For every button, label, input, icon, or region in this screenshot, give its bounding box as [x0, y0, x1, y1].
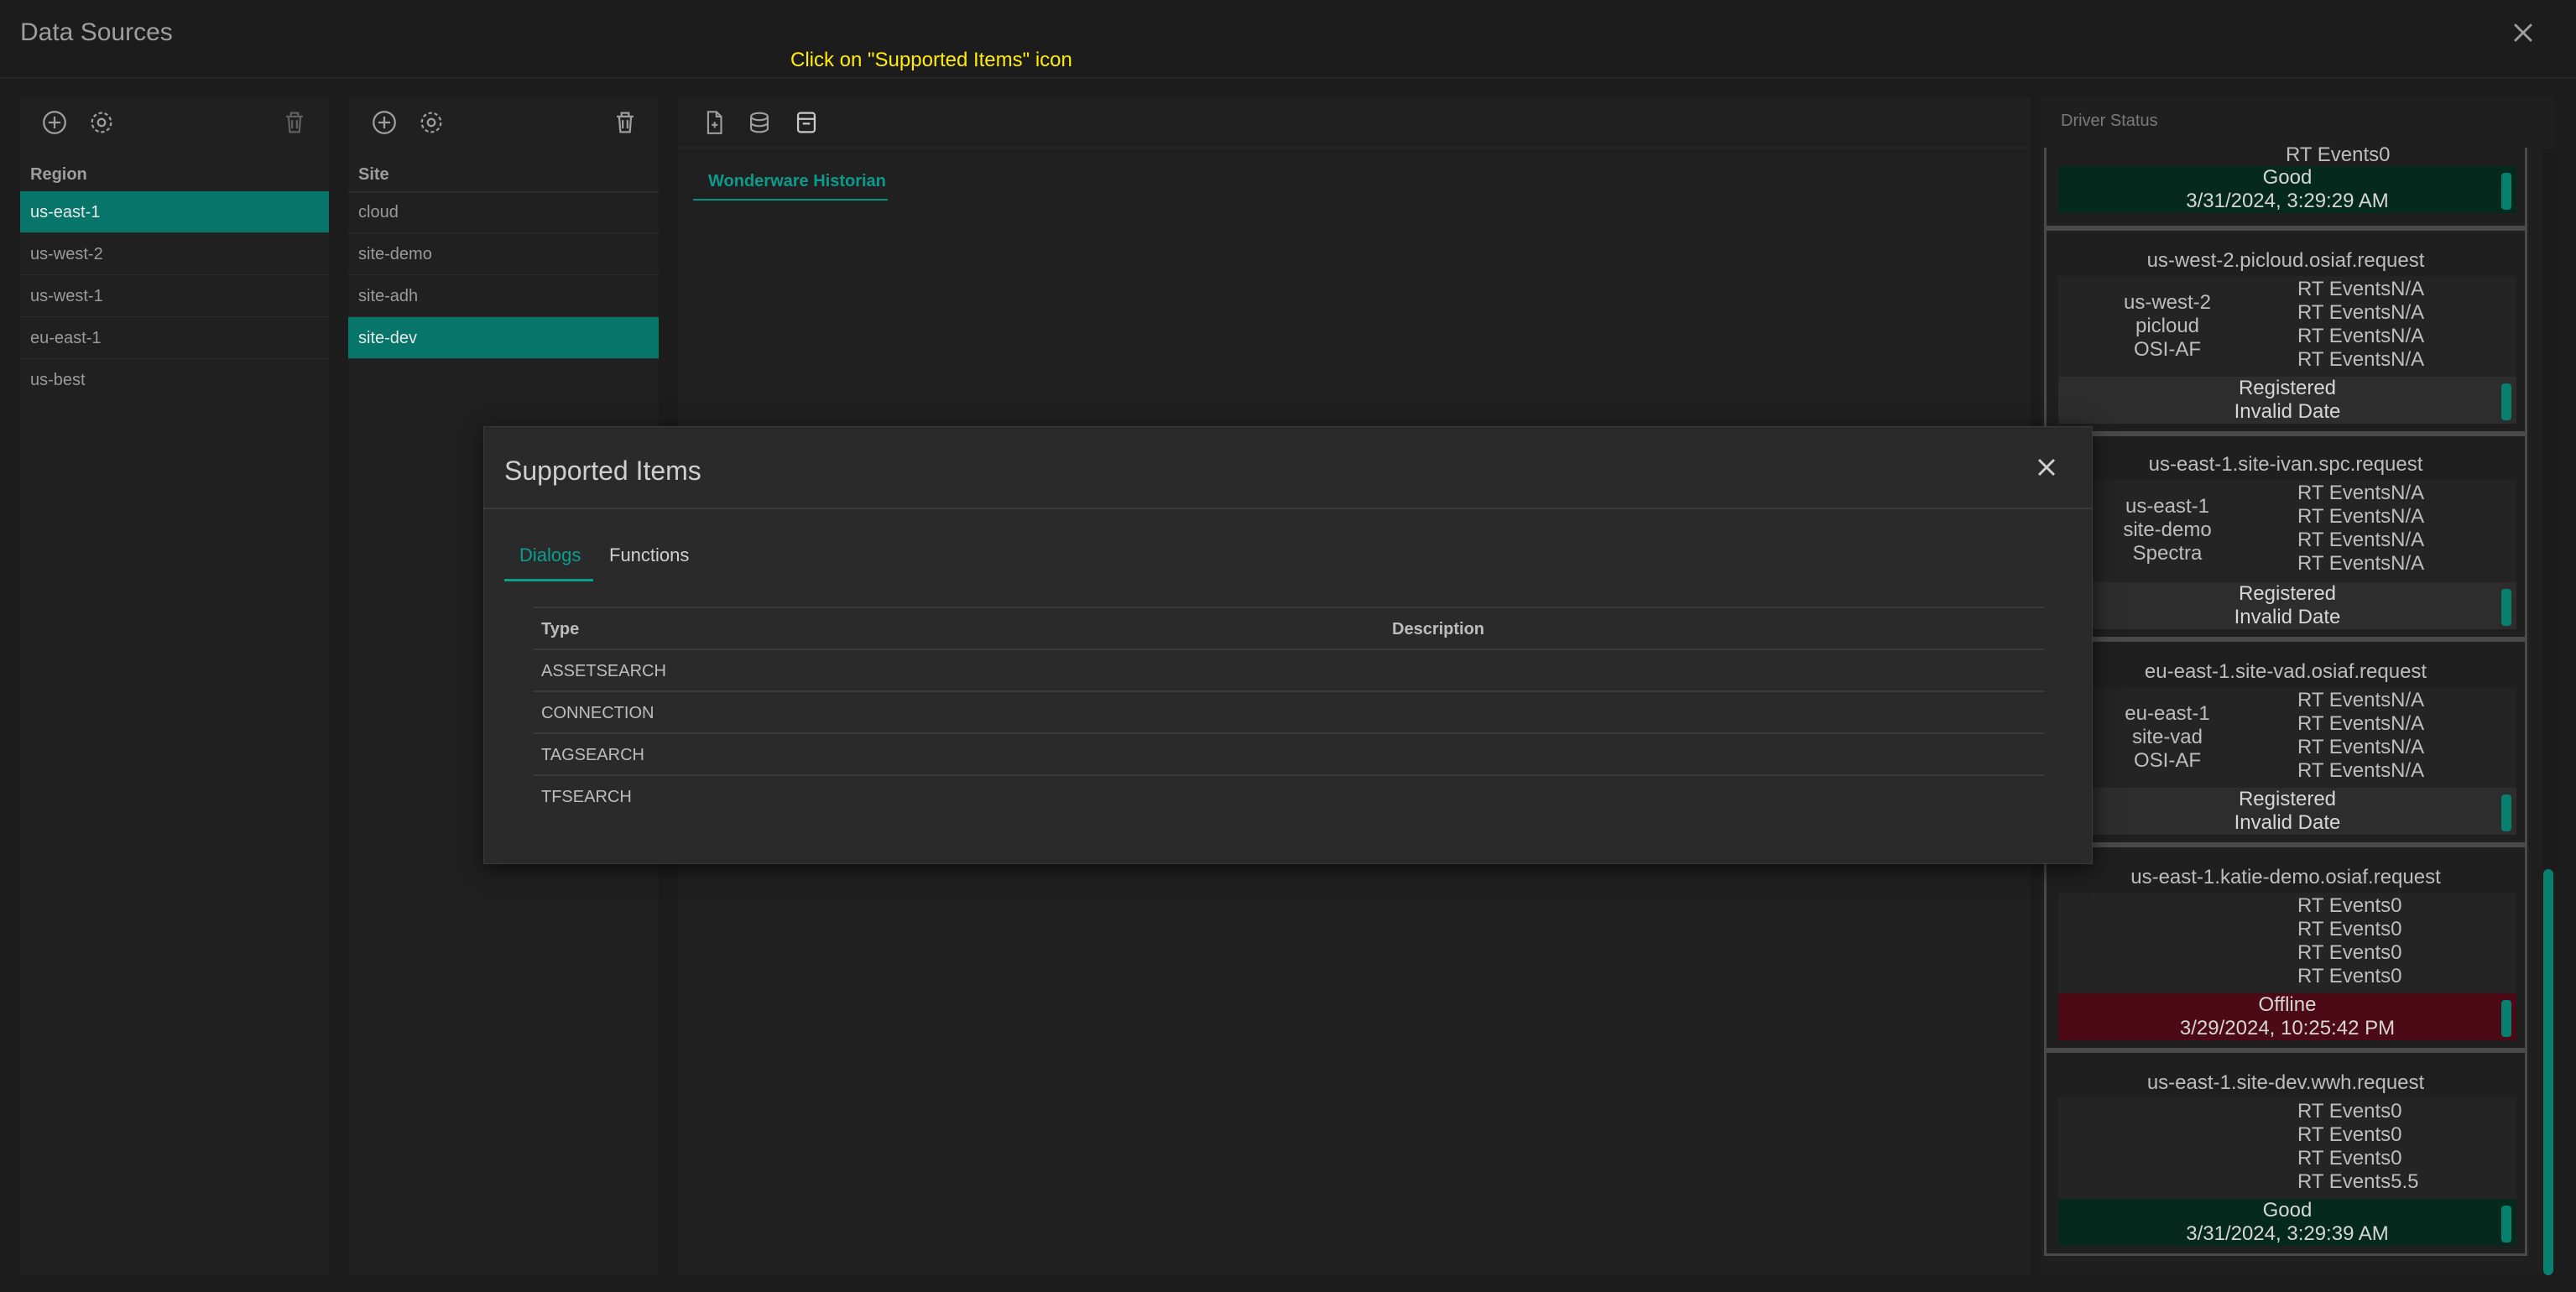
table-header-line [533, 649, 2045, 650]
status-registered: Registered Invalid Date [2058, 377, 2516, 424]
driver-card: us-west-2.picloud.osiaf.request us-west-… [2044, 228, 2527, 434]
status-indicator [2501, 1206, 2511, 1243]
driver-meta: us-west-2 picloud OSI-AF [2123, 291, 2212, 361]
gear-icon[interactable] [417, 108, 446, 137]
table-row[interactable]: TFSEARCH [541, 788, 632, 807]
site-column-header: Site [348, 151, 659, 193]
driver-card: eu-east-1.site-vad.osiaf.request eu-east… [2044, 639, 2527, 845]
supported-items-dialog: Supported Items Dialogs Functions Type D… [483, 426, 2093, 864]
database-icon[interactable] [745, 108, 774, 137]
site-item-site-demo[interactable]: site-demo [348, 233, 659, 275]
driver-card-title: us-east-1.site-dev.wwh.request [2146, 1071, 2425, 1094]
status-time: 3/31/2024, 3:29:29 AM [2186, 190, 2389, 212]
status-good: Good 3/31/2024, 3:29:39 AM [2058, 1199, 2516, 1246]
rt-events: RT Events0 RT Events0 RT Events0 RT Events0 [2297, 894, 2402, 987]
status-offline: Offline 3/29/2024, 10:25:42 PM [2058, 993, 2516, 1040]
driver-meta: eu-east-1 site-vad OSI-AF [2125, 702, 2210, 772]
driver-card-partial: RT Events0 Good 3/31/2024, 3:29:29 AM [2044, 143, 2527, 228]
column-header-type[interactable]: Type [541, 620, 579, 639]
supported-items-icon[interactable] [792, 108, 821, 137]
driver-card-title: us-west-2.picloud.osiaf.request [2146, 249, 2425, 272]
region-item-us-west-1[interactable]: us-west-1 [20, 275, 329, 317]
gear-icon[interactable] [87, 108, 116, 137]
driver-card-body: us-west-2 picloud OSI-AF RT EventsN/A RT … [2058, 276, 2516, 377]
site-item-cloud[interactable]: cloud [348, 191, 659, 233]
status-indicator [2501, 383, 2511, 420]
page-title: Data Sources [20, 18, 173, 46]
annotation-text: Click on "Supported Items" icon [790, 49, 1072, 71]
tab-functions[interactable]: Functions [609, 544, 689, 566]
trash-icon[interactable] [280, 108, 309, 137]
table-row[interactable]: TAGSEARCH [541, 746, 644, 765]
driver-card: us-east-1.site-dev.wwh.request RT Events… [2044, 1050, 2527, 1256]
tab-wonderware-historian[interactable]: Wonderware Historian [693, 164, 888, 201]
status-registered: Registered Invalid Date [2058, 582, 2516, 629]
driver-card-title: us-east-1.katie-demo.osiaf.request [2130, 866, 2441, 888]
driver-card: us-east-1.site-ivan.spc.request us-east-… [2044, 434, 2527, 639]
status-registered: Registered Invalid Date [2058, 788, 2516, 835]
rt-events: RT Events0 RT Events0 RT Events0 RT Events5… [2297, 1100, 2419, 1193]
status-indicator [2501, 589, 2511, 626]
table-row[interactable]: ASSETSEARCH [541, 662, 666, 681]
driver-card-body: RT Events0 RT Events0 RT Events0 RT Events5… [2058, 1098, 2516, 1199]
active-tab-indicator [504, 579, 593, 581]
table-row-line [533, 690, 2045, 692]
status-label: Good [2262, 166, 2313, 189]
region-item-us-west-2[interactable]: us-west-2 [20, 233, 329, 275]
driver-card: us-east-1.katie-demo.osiaf.request RT Ev… [2044, 845, 2527, 1050]
table-top-line [533, 607, 2045, 608]
site-item-site-adh[interactable]: site-adh [348, 275, 659, 317]
driver-card-body: RT Events0 RT Events0 RT Events0 RT Events0 [2058, 893, 2516, 993]
table-row[interactable]: CONNECTION [541, 704, 654, 723]
tab-dialogs[interactable]: Dialogs [519, 544, 581, 566]
close-icon[interactable] [2509, 18, 2537, 47]
status-good: Good 3/31/2024, 3:29:29 AM [2058, 166, 2516, 213]
region-column-header: Region [20, 151, 329, 193]
driver-card-body: eu-east-1 site-vad OSI-AF RT EventsN/A RT… [2058, 687, 2516, 788]
dialog-title: Supported Items [504, 456, 701, 486]
trash-icon[interactable] [611, 108, 639, 137]
region-item-eu-east-1[interactable]: eu-east-1 [20, 317, 329, 359]
new-source-icon[interactable] [700, 108, 728, 137]
table-row-line [533, 774, 2045, 776]
add-icon[interactable] [40, 108, 69, 137]
column-header-description[interactable]: Description [1392, 620, 1484, 639]
site-item-site-dev[interactable]: site-dev [348, 317, 659, 359]
driver-card-title: us-east-1.site-ivan.spc.request [2148, 453, 2423, 476]
driver-card-body: us-east-1 site-demo Spectra RT EventsN/A… [2058, 480, 2516, 582]
add-icon[interactable] [370, 108, 399, 137]
driver-meta: us-east-1 site-demo Spectra [2123, 495, 2212, 565]
region-item-us-best[interactable]: us-best [20, 359, 329, 401]
table-row-line [533, 732, 2045, 734]
dialog-divider [484, 508, 2092, 509]
rt-events: RT EventsN/A RT EventsN/A RT EventsN/A RT E… [2297, 689, 2425, 782]
header-divider [0, 77, 2576, 79]
driver-status-title: Driver Status [2061, 112, 2158, 130]
region-item-us-east-1[interactable]: us-east-1 [20, 191, 329, 233]
rt-events: RT EventsN/A RT EventsN/A RT EventsN/A RT E… [2297, 482, 2425, 575]
close-icon[interactable] [2031, 452, 2062, 482]
region-panel: Region us-east-1 us-west-2 us-west-1 eu-… [20, 96, 329, 1275]
driver-card-title: eu-east-1.site-vad.osiaf.request [2144, 660, 2427, 683]
status-indicator [2501, 794, 2511, 831]
status-indicator [2501, 1000, 2511, 1037]
status-indicator [2501, 173, 2511, 210]
scrollbar-thumb[interactable] [2543, 869, 2553, 1275]
rt-events: RT EventsN/A RT EventsN/A RT EventsN/A RT E… [2297, 278, 2425, 371]
source-toolbar-divider [678, 147, 2031, 148]
rt-events: RT Events0 [2286, 143, 2391, 166]
